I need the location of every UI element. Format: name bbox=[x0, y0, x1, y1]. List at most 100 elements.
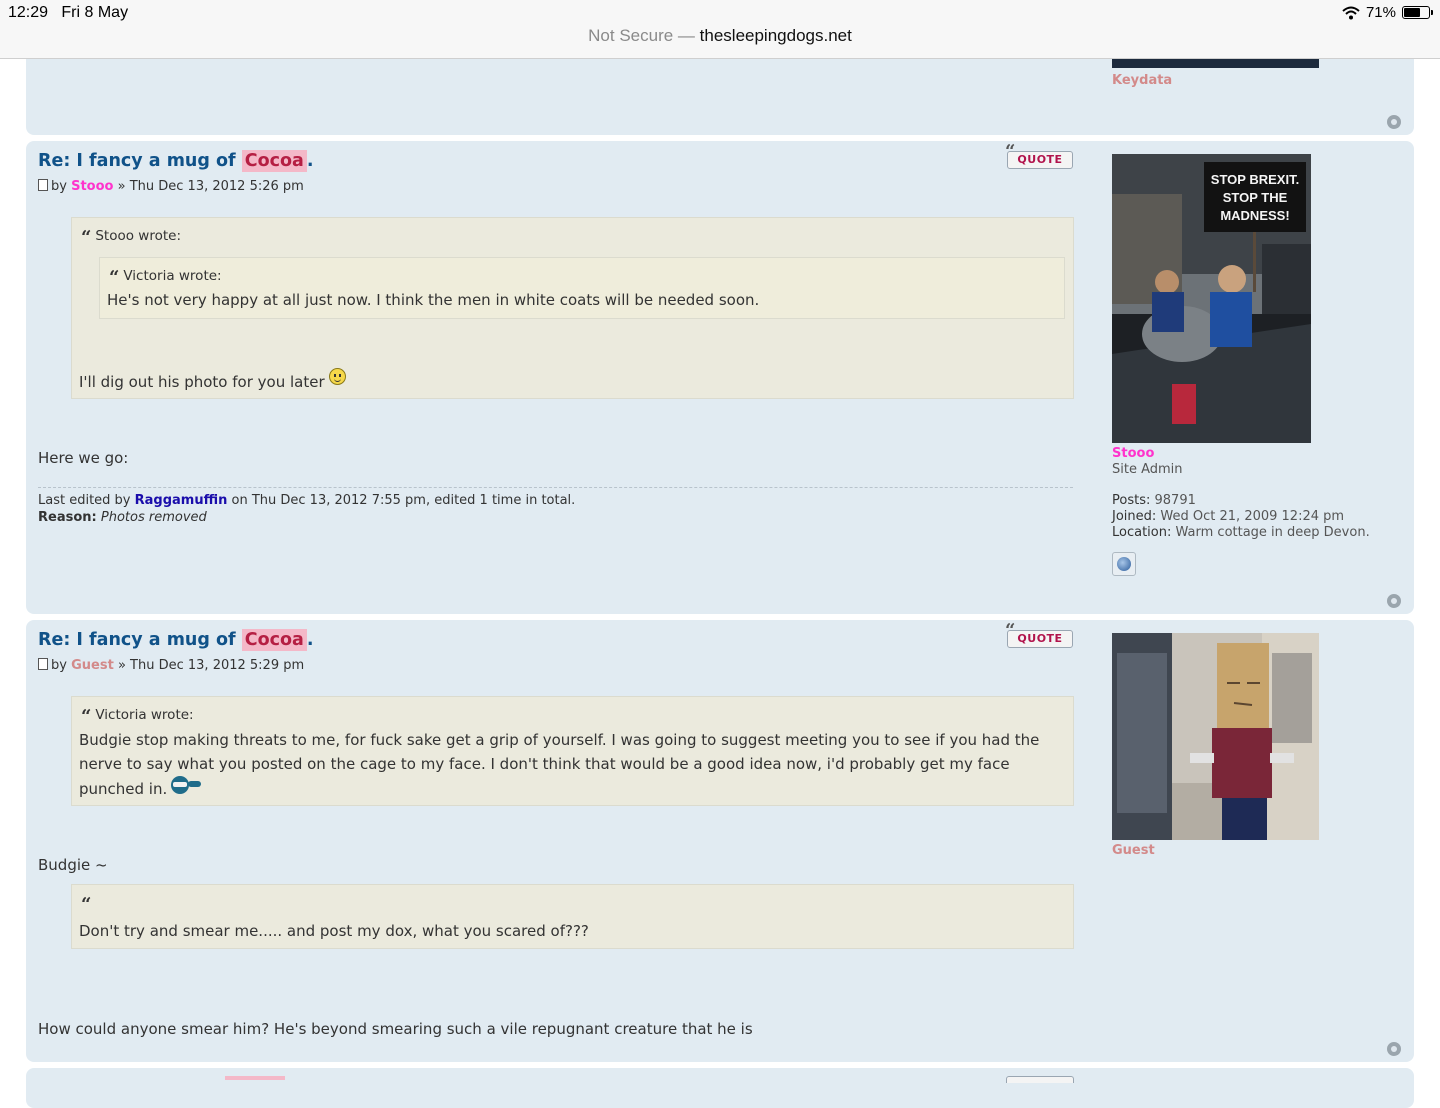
post-author-line: by Stooo » Thu Dec 13, 2012 5:26 pm bbox=[38, 179, 1073, 194]
quote-button[interactable]: “QUOTE bbox=[1005, 143, 1073, 169]
by-label: by bbox=[51, 658, 67, 673]
quote-mark-icon: “ bbox=[109, 267, 120, 288]
post-title[interactable]: Re: I fancy a mug of Cocoa. bbox=[38, 629, 1073, 651]
blockquote: “Victoria wrote: Budgie stop making thre… bbox=[71, 696, 1074, 806]
quote-cite-text: Victoria wrote: bbox=[123, 268, 222, 284]
author-name[interactable]: Stooo bbox=[71, 179, 113, 194]
avatar-guest[interactable] bbox=[1112, 633, 1319, 840]
profile-location: Location: Warm cottage in deep Devon. bbox=[1112, 525, 1370, 540]
search-highlight[interactable]: Cocoa bbox=[241, 150, 307, 172]
quote-mark-icon: “ bbox=[1005, 141, 1016, 162]
joined-label: Joined: bbox=[1112, 509, 1157, 524]
edit-notice: Last edited by Raggamuffin on Thu Dec 13… bbox=[38, 493, 575, 508]
date-text: Fri 8 May bbox=[61, 4, 129, 21]
quote-line: nerve to say what you posted on the cage… bbox=[79, 755, 1010, 773]
post-icon[interactable] bbox=[38, 658, 48, 670]
battery-fill bbox=[1404, 8, 1420, 17]
location-label: Location: bbox=[1112, 525, 1172, 540]
avatar-sign-line: STOP THE bbox=[1223, 190, 1288, 205]
location-value: Warm cottage in deep Devon. bbox=[1175, 525, 1370, 540]
search-highlight bbox=[225, 1076, 285, 1080]
quote-mark-icon: “ bbox=[81, 894, 92, 915]
quote-mark-icon: “ bbox=[81, 706, 92, 727]
separator: » bbox=[117, 658, 126, 673]
profile-joined: Joined: Wed Oct 21, 2009 12:24 pm bbox=[1112, 509, 1344, 524]
joined-date: Wed Oct 21, 2009 12:24 pm bbox=[1160, 509, 1345, 524]
post-title-suffix: . bbox=[306, 630, 314, 650]
quote-button[interactable]: “QUOTE bbox=[1005, 622, 1073, 648]
quote-line-text: punched in. bbox=[79, 780, 168, 798]
profile-rank: Site Admin bbox=[1112, 462, 1183, 477]
website-icon[interactable] bbox=[1112, 552, 1136, 576]
edit-suffix: on Thu Dec 13, 2012 7:55 pm, edited 1 ti… bbox=[231, 493, 576, 508]
post-icon[interactable] bbox=[38, 179, 48, 191]
url-domain: thesleepingdogs.net bbox=[699, 26, 852, 45]
post-text: Here we go: bbox=[38, 449, 129, 467]
battery-percent: 71% bbox=[1365, 4, 1396, 21]
post-date: Thu Dec 13, 2012 5:26 pm bbox=[129, 179, 304, 194]
back-to-top-icon[interactable] bbox=[1387, 1042, 1401, 1056]
battery-icon bbox=[1402, 6, 1433, 19]
author-name: Guest bbox=[71, 658, 114, 673]
reason-label: Reason: bbox=[38, 510, 97, 525]
post-body: Re: I fancy a mug of Cocoa. by Guest » T… bbox=[38, 622, 1074, 1050]
quote-cite: “Stooo wrote: bbox=[81, 227, 181, 248]
address-bar[interactable]: Not Secure — thesleepingdogs.net bbox=[0, 26, 1440, 46]
post-next bbox=[26, 1068, 1414, 1108]
quote-line: punched in. bbox=[79, 776, 1069, 801]
quote-text-content: I'll dig out his photo for you later bbox=[79, 373, 325, 391]
security-label: Not Secure — bbox=[588, 26, 695, 45]
quote-cite: “Victoria wrote: bbox=[109, 267, 222, 288]
quote-mark-icon: “ bbox=[81, 227, 92, 248]
time-text: 12:29 bbox=[8, 4, 49, 21]
search-highlight[interactable]: Cocoa bbox=[241, 629, 307, 651]
avatar-sign-line: MADNESS! bbox=[1220, 208, 1289, 223]
edit-reason: Reason: Photos removed bbox=[38, 510, 207, 525]
blockquote: “Stooo wrote: “Victoria wrote: He's not … bbox=[71, 217, 1074, 399]
wifi-icon bbox=[1342, 6, 1360, 19]
profile-posts: Posts: 98791 bbox=[1112, 493, 1196, 508]
edit-prefix: Last edited by bbox=[38, 493, 131, 508]
profile-name[interactable]: Stooo bbox=[1112, 446, 1154, 461]
quote-button-label: QUOTE bbox=[1017, 632, 1063, 645]
post-title-text[interactable]: Re: I fancy a mug of bbox=[38, 630, 242, 650]
quote-text: Don't try and smear me..... and post my … bbox=[79, 922, 589, 940]
avatar-sign-line: STOP BREXIT. bbox=[1211, 172, 1299, 187]
quote-text: I'll dig out his photo for you later bbox=[79, 368, 346, 394]
posts-count[interactable]: 98791 bbox=[1155, 493, 1196, 508]
quote-cite-text: Stooo wrote: bbox=[95, 228, 181, 244]
reason-text: Photos removed bbox=[100, 510, 207, 525]
profile-name: Guest bbox=[1112, 843, 1155, 858]
post-text: How could anyone smear him? He's beyond … bbox=[38, 1020, 753, 1038]
quote-mark-icon: “ bbox=[1005, 620, 1016, 641]
separator: » bbox=[117, 179, 126, 194]
post: Re: I fancy a mug of Cocoa. by Guest » T… bbox=[26, 620, 1414, 1062]
post-title[interactable]: Re: I fancy a mug of Cocoa. bbox=[38, 150, 1073, 172]
post-title-text[interactable]: Re: I fancy a mug of bbox=[38, 151, 242, 171]
post-author-line: by Guest » Thu Dec 13, 2012 5:29 pm bbox=[38, 658, 1073, 673]
ninja-smiley-icon bbox=[171, 776, 202, 794]
back-to-top-icon[interactable] bbox=[1387, 594, 1401, 608]
quote-cite: “Victoria wrote: bbox=[81, 706, 194, 727]
status-indicators: 71% bbox=[1342, 4, 1433, 21]
post: Re: I fancy a mug of Cocoa. by Stooo » T… bbox=[26, 141, 1414, 614]
blockquote: “ Don't try and smear me..... and post m… bbox=[71, 884, 1074, 949]
quote-line: Budgie stop making threats to me, for fu… bbox=[79, 731, 1040, 749]
back-to-top-icon[interactable] bbox=[1387, 115, 1401, 129]
editor-name[interactable]: Raggamuffin bbox=[135, 493, 228, 508]
poster-name[interactable]: Keydata bbox=[1112, 73, 1172, 88]
by-label: by bbox=[51, 179, 67, 194]
avatar-stooo[interactable]: STOP BREXIT. STOP THE MADNESS! bbox=[1112, 154, 1311, 443]
forum-page: Keydata Re: I fancy a mug of Cocoa. by S… bbox=[0, 0, 1440, 1108]
quote-button-label: QUOTE bbox=[1017, 153, 1063, 166]
quote-cite: “ bbox=[81, 894, 95, 915]
divider bbox=[38, 487, 1073, 488]
posts-label: Posts: bbox=[1112, 493, 1151, 508]
smiley-icon bbox=[328, 368, 346, 385]
quote-cite-text: Victoria wrote: bbox=[95, 707, 194, 723]
clock: 12:29 Fri 8 May bbox=[8, 4, 128, 22]
post-text: Budgie ~ bbox=[38, 856, 108, 874]
browser-status-bar: 12:29 Fri 8 May 71% Not Secure — theslee… bbox=[0, 0, 1440, 59]
post-title-suffix: . bbox=[306, 151, 314, 171]
quote-text: Budgie stop making threats to me, for fu… bbox=[79, 728, 1069, 801]
